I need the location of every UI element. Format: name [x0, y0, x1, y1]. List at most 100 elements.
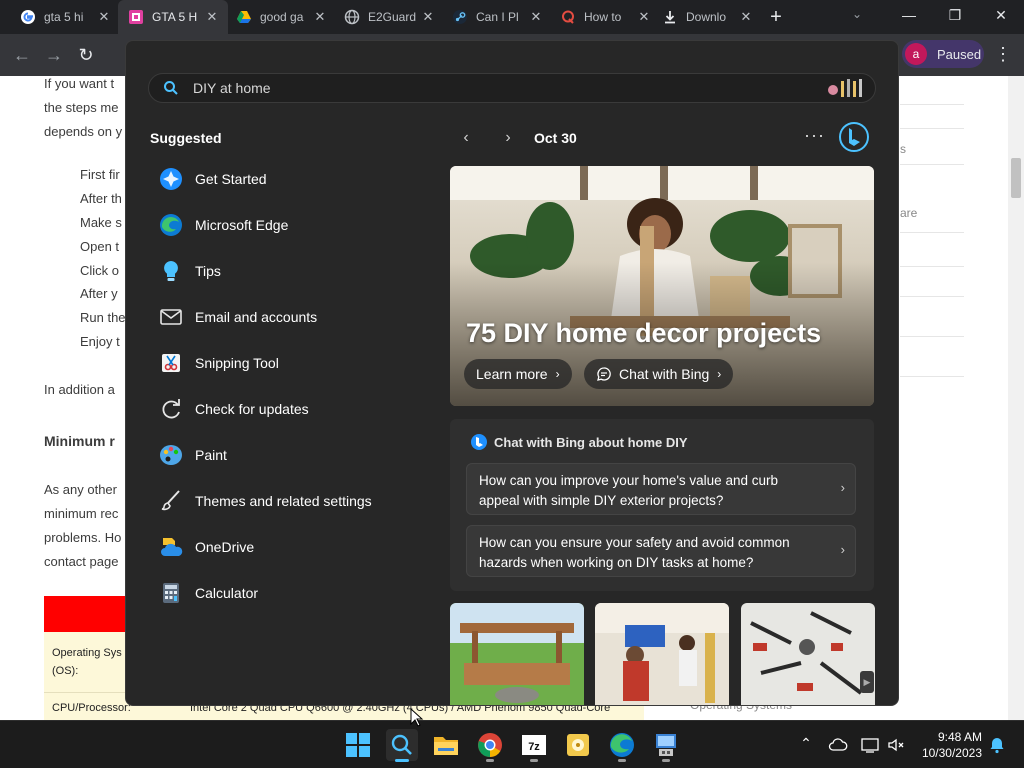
edge-icon: [158, 212, 184, 238]
article-text: minimum rec: [44, 506, 119, 521]
suggested-item-get-started[interactable]: Get Started: [156, 161, 426, 197]
pergola-image: [450, 603, 584, 705]
chevron-right-icon: ›: [840, 542, 845, 557]
search-input[interactable]: [193, 78, 813, 98]
chevron-right-icon[interactable]: ▶: [860, 671, 874, 693]
close-icon[interactable]: ✕: [420, 9, 436, 25]
close-icon[interactable]: ✕: [636, 9, 652, 25]
chevron-right-icon: ›: [717, 367, 722, 381]
snipping-tool-icon: [158, 350, 184, 376]
onedrive-cloud-icon[interactable]: [828, 735, 848, 755]
file-explorer-icon[interactable]: [430, 729, 462, 761]
7zip-icon[interactable]: 7z: [518, 729, 550, 762]
suggested-label: Snipping Tool: [195, 355, 279, 371]
reload-icon[interactable]: ↻: [72, 41, 100, 69]
suggested-item-calculator[interactable]: Calculator: [156, 575, 426, 611]
tab-can-i-play[interactable]: Can I Pl ✕: [442, 0, 552, 34]
suggested-item-onedrive[interactable]: OneDrive: [156, 529, 426, 565]
display-icon[interactable]: [860, 735, 880, 755]
tab-how-to[interactable]: How to ✕: [550, 0, 660, 34]
chat-with-bing-button[interactable]: Chat with Bing ›: [584, 359, 734, 389]
thumbnail-pergola[interactable]: [450, 603, 584, 705]
brush-icon: [158, 488, 184, 514]
suggested-item-paint[interactable]: Paint: [156, 437, 426, 473]
thumbnail-workshop[interactable]: [595, 603, 729, 705]
chrome-icon[interactable]: [474, 729, 506, 762]
chevron-left-icon[interactable]: ‹: [456, 127, 476, 149]
suggested-label: Email and accounts: [195, 309, 318, 325]
minimize-icon[interactable]: —: [886, 0, 932, 34]
bing-question-2[interactable]: How can you ensure your safety and avoid…: [466, 525, 856, 577]
divider: [900, 232, 964, 233]
control-panel-icon[interactable]: [650, 729, 682, 762]
google-drive-icon: [236, 9, 252, 25]
learn-more-button[interactable]: Learn more ›: [464, 359, 572, 389]
hero-card[interactable]: 75 DIY home decor projects Learn more › …: [450, 166, 874, 406]
clock-time: 9:48 AM: [937, 730, 982, 744]
chevron-up-icon[interactable]: ⌃: [796, 735, 816, 755]
suggested-label: Calculator: [195, 585, 259, 601]
bing-question-1[interactable]: How can you improve your home's value an…: [466, 463, 856, 515]
divider: [900, 104, 964, 105]
tab-title: Downlo: [686, 10, 727, 24]
profile-paused-button[interactable]: a Paused: [902, 40, 984, 68]
running-indicator: [530, 759, 538, 762]
search-icon[interactable]: [386, 729, 418, 762]
close-icon[interactable]: ✕: [312, 9, 328, 25]
close-icon[interactable]: ✕: [96, 9, 112, 25]
suggested-item-tips[interactable]: Tips: [156, 253, 426, 289]
article-text: depends on y: [44, 124, 123, 139]
more-options-icon[interactable]: ···: [804, 125, 825, 146]
quora-icon: [560, 9, 576, 25]
suggested-item-email[interactable]: Email and accounts: [156, 299, 426, 335]
suggested-item-themes[interactable]: Themes and related settings: [156, 483, 426, 519]
search-box[interactable]: [148, 73, 876, 103]
chevron-right-icon[interactable]: ›: [498, 127, 518, 149]
get-started-icon: [158, 166, 184, 192]
menu-kebab-icon[interactable]: ⋮: [994, 44, 1012, 65]
windows-start-icon[interactable]: [342, 729, 374, 761]
suggested-item-check-updates[interactable]: Check for updates: [156, 391, 426, 427]
bing-icon[interactable]: [838, 121, 870, 153]
new-tab-button[interactable]: +: [764, 6, 788, 28]
tab-good-games[interactable]: good ga ✕: [226, 0, 336, 34]
notification-bell-icon[interactable]: [987, 735, 1007, 755]
tab-title: E2Guard: [368, 10, 417, 24]
thumbnail-tools[interactable]: [741, 603, 875, 705]
speaker-muted-icon[interactable]: [886, 735, 906, 755]
globe-icon: [344, 9, 360, 25]
download-icon: [662, 9, 678, 25]
system-clock[interactable]: 9:48 AM 10/30/2023: [916, 729, 982, 761]
chat-bubble-icon: [596, 366, 612, 382]
tab-search-chevron-icon[interactable]: ⌄: [852, 7, 862, 21]
scrollbar-thumb[interactable]: [1011, 158, 1021, 198]
suggested-item-edge[interactable]: Microsoft Edge: [156, 207, 426, 243]
divider: [900, 376, 964, 377]
edge-icon[interactable]: [606, 729, 638, 762]
close-icon[interactable]: ✕: [528, 9, 544, 25]
back-arrow-icon[interactable]: ←: [8, 41, 36, 69]
page-sidebar: s are: [900, 76, 964, 676]
window-close-icon[interactable]: ✕: [978, 0, 1024, 34]
running-indicator: [662, 759, 670, 762]
chevron-right-icon: ›: [555, 367, 560, 381]
page-scrollbar[interactable]: [1008, 76, 1024, 720]
chat-card-title: Chat with Bing about home DIY: [494, 435, 688, 450]
forward-arrow-icon[interactable]: →: [40, 41, 68, 69]
bing-icon: [470, 433, 488, 451]
close-icon[interactable]: ✕: [204, 9, 220, 25]
tab-title: How to: [584, 10, 622, 24]
running-indicator: [618, 759, 626, 762]
mouse-cursor-icon: [410, 708, 424, 728]
close-icon[interactable]: ✕: [738, 9, 754, 25]
tab-gta5-search[interactable]: gta 5 hi ✕: [10, 0, 120, 34]
suggested-item-snipping-tool[interactable]: Snipping Tool: [156, 345, 426, 381]
tips-icon: [158, 258, 184, 284]
archive-icon[interactable]: [562, 729, 594, 761]
restore-icon[interactable]: ❐: [932, 0, 978, 34]
suggested-label: Tips: [195, 263, 221, 279]
tab-e2guard[interactable]: E2Guard ✕: [334, 0, 444, 34]
article-text: In addition a: [44, 382, 115, 397]
tab-download[interactable]: Downlo ✕: [652, 0, 762, 34]
tab-gta5-article[interactable]: GTA 5 H ✕: [118, 0, 228, 34]
